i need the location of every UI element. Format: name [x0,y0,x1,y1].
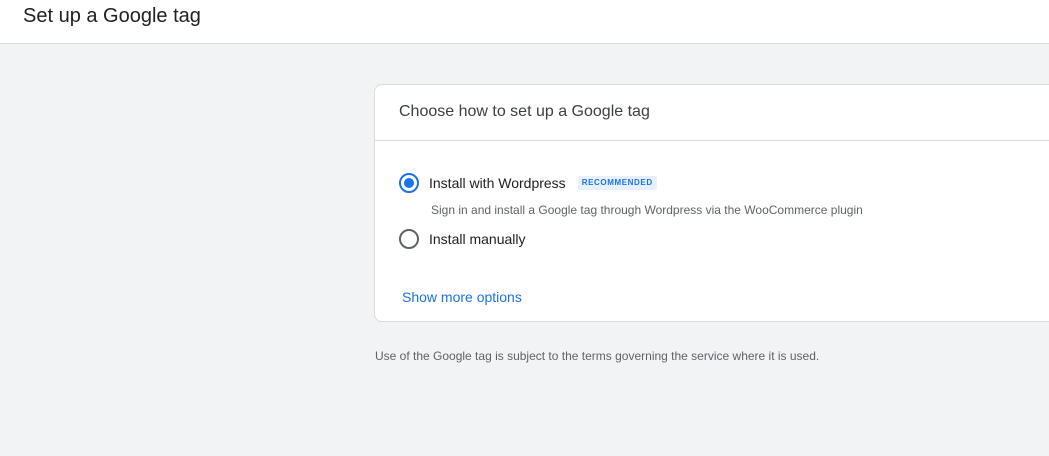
radio-install-manually[interactable] [399,229,419,249]
option-install-manually[interactable]: Install manually [399,229,526,249]
page-title: Set up a Google tag [23,5,201,27]
show-more-options-link[interactable]: Show more options [402,287,522,307]
page-header: Set up a Google tag [0,0,1049,44]
option-description: Sign in and install a Google tag through… [431,203,863,217]
terms-note: Use of the Google tag is subject to the … [375,349,820,363]
option-label: Install manually [429,231,526,247]
option-label: Install with Wordpress [429,175,566,191]
radio-install-wordpress[interactable] [399,173,419,193]
recommended-badge: RECOMMENDED [577,176,657,190]
option-install-wordpress[interactable]: Install with Wordpress RECOMMENDED [399,173,657,193]
card-title: Choose how to set up a Google tag [399,103,650,120]
card-header: Choose how to set up a Google tag [375,85,1049,141]
setup-method-card: Choose how to set up a Google tag Instal… [374,84,1049,322]
